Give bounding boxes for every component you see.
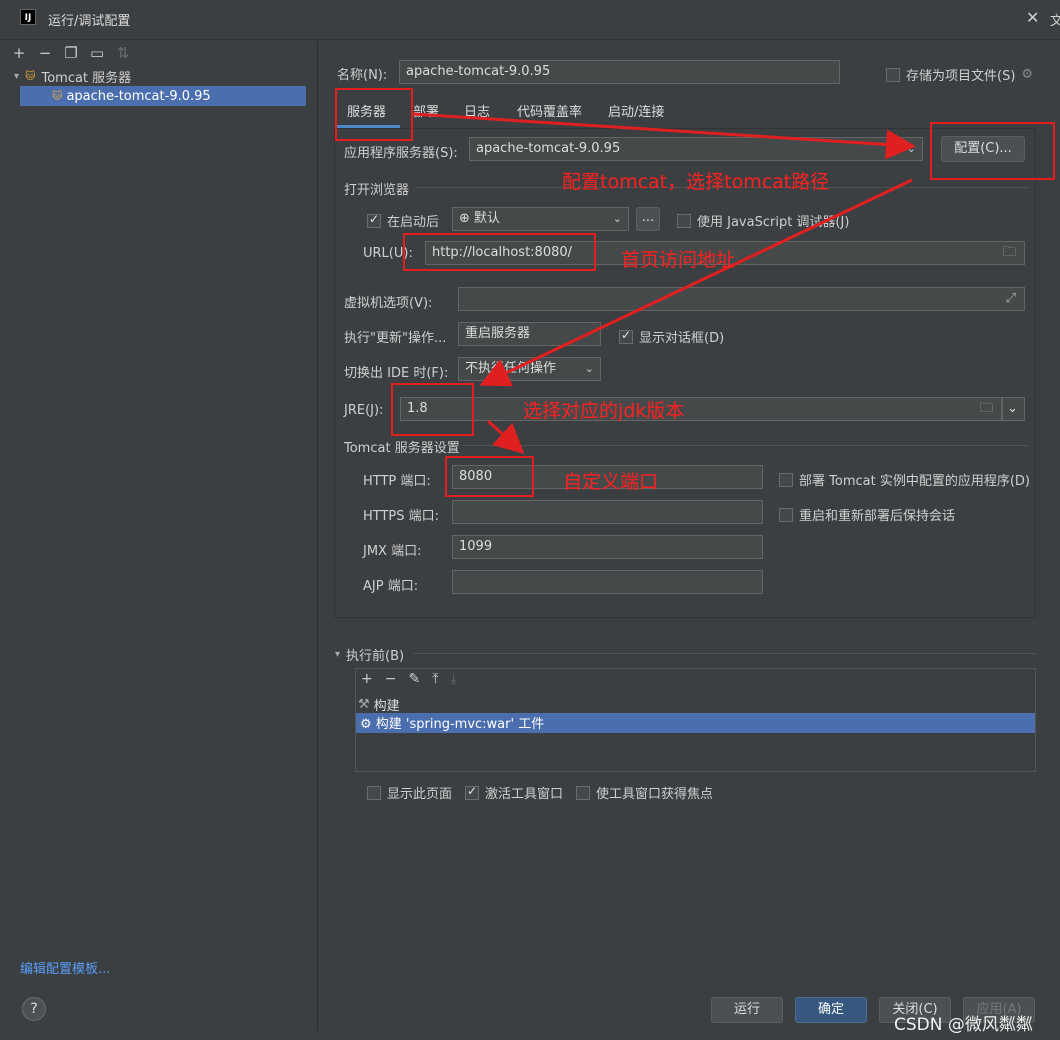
annotation-arrows bbox=[412, 112, 916, 455]
annotation-configure-tomcat: 配置tomcat，选择tomcat路径 bbox=[562, 171, 830, 193]
annotation-homepage-url: 首页访问地址 bbox=[621, 249, 736, 271]
arrow-to-configure bbox=[412, 112, 916, 160]
arrow-to-port bbox=[486, 419, 525, 455]
watermark: CSDN @微风粼粼 bbox=[894, 1015, 1033, 1035]
arrow-to-jre bbox=[479, 178, 913, 387]
annotation-choose-jdk: 选择对应的jdk版本 bbox=[523, 400, 685, 422]
annotation-custom-port: 自定义端口 bbox=[563, 471, 659, 493]
